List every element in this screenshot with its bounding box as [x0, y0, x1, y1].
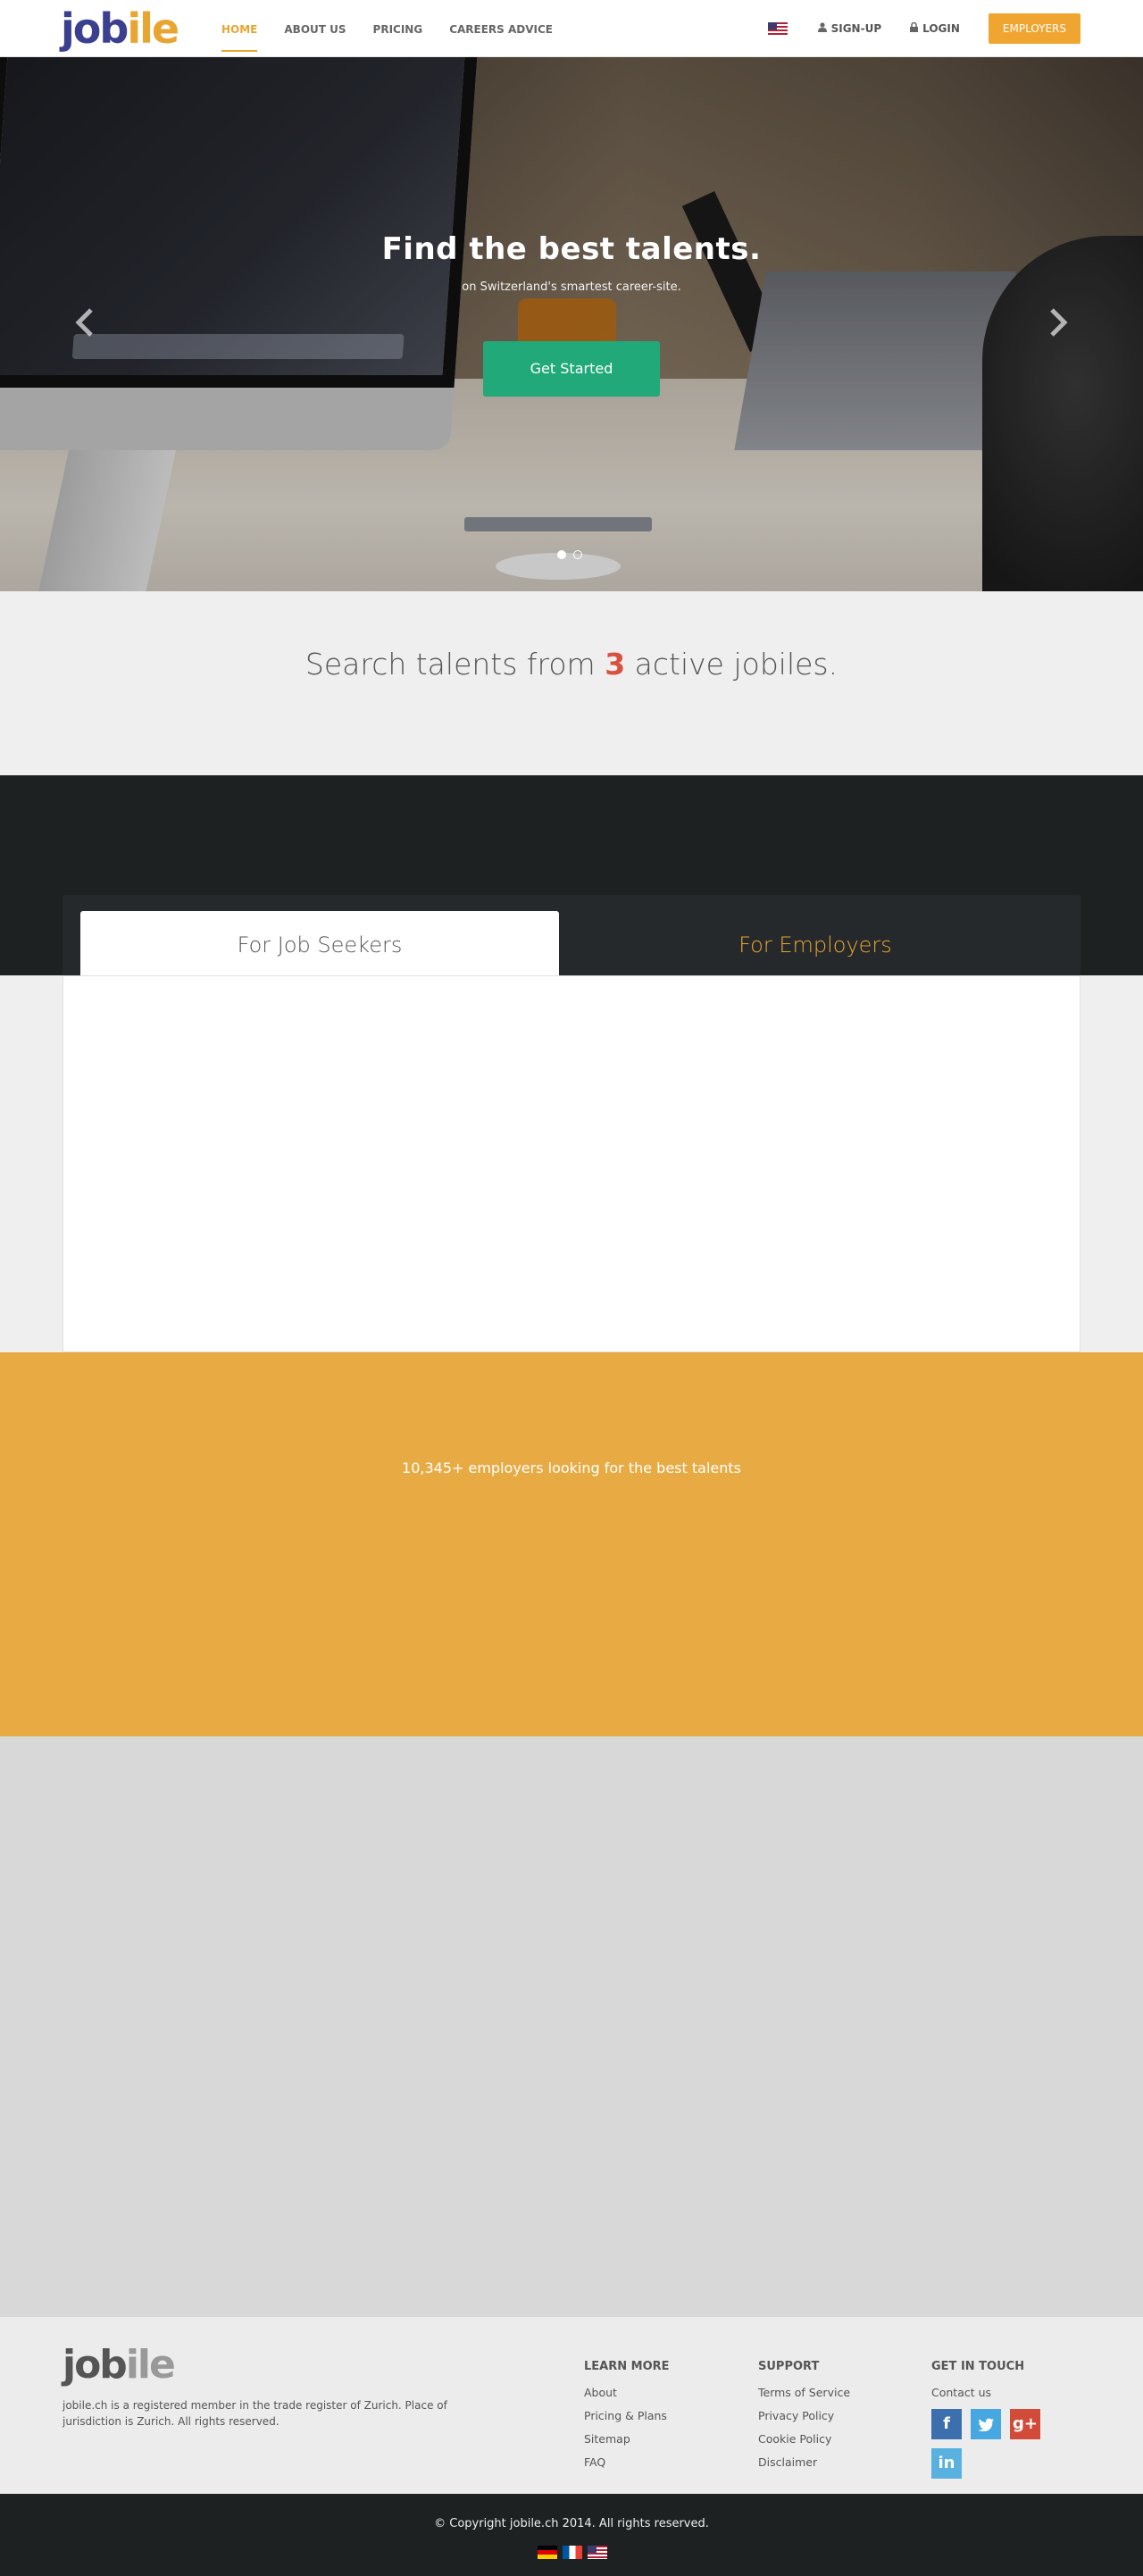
tab-panel-job-seekers [63, 975, 1080, 1352]
search-prefix: Search talents from [305, 647, 596, 682]
footer-logo[interactable]: jobile [63, 2342, 176, 2388]
footer: jobile jobile.ch is a registered member … [0, 2317, 1143, 2494]
tab-job-seekers[interactable]: For Job Seekers [80, 911, 559, 975]
copyright-bar: © Copyright jobile.ch 2014. All rights r… [0, 2494, 1143, 2576]
social-links: f g+ in [931, 2409, 1065, 2479]
footer-learn-more: LEARN MORE About Pricing & Plans Sitemap… [584, 2360, 670, 2479]
carousel-dot-2[interactable] [573, 550, 582, 559]
carousel-indicators [557, 550, 582, 559]
footer-get-in-touch-title: GET IN TOUCH [931, 2360, 1025, 2373]
search-suffix: active jobiles. [634, 647, 838, 682]
footer-link-privacy[interactable]: Privacy Policy [758, 2409, 850, 2422]
signup-label: SIGN-UP [830, 22, 882, 35]
tab-employers[interactable]: For Employers [568, 911, 1063, 975]
french-flag-icon[interactable] [563, 2546, 582, 2559]
german-flag-icon[interactable] [538, 2546, 557, 2559]
footer-link-pricing-plans[interactable]: Pricing & Plans [584, 2409, 670, 2422]
nav-link-pricing[interactable]: PRICING [373, 0, 423, 52]
language-flags [538, 2546, 607, 2559]
linkedin-icon[interactable]: in [931, 2448, 962, 2479]
nav-link-about-us[interactable]: ABOUT US [284, 0, 346, 52]
audience-tabs: For Job Seekers For Employers [63, 895, 1080, 975]
footer-support-title: SUPPORT [758, 2360, 820, 2373]
carousel-next-icon[interactable] [1048, 305, 1068, 347]
twitter-icon[interactable] [971, 2409, 1001, 2439]
footer-link-sitemap[interactable]: Sitemap [584, 2432, 670, 2446]
footer-logo-part-job: job [63, 2342, 128, 2388]
us-flag-icon[interactable] [588, 2546, 607, 2559]
carousel-prev-icon[interactable] [75, 305, 95, 347]
footer-learn-more-title: LEARN MORE [584, 2360, 670, 2373]
lock-icon [910, 21, 919, 35]
footer-get-in-touch: GET IN TOUCH Contact us f g+ in [931, 2360, 1065, 2479]
footer-link-disclaimer[interactable]: Disclaimer [758, 2455, 850, 2469]
facebook-icon[interactable]: f [931, 2409, 962, 2439]
hero-title: Find the best talents. [381, 231, 762, 267]
nav-link-careers-advice[interactable]: CAREERS ADVICE [449, 0, 553, 52]
footer-link-about[interactable]: About [584, 2386, 670, 2399]
active-jobiles-count: 3 [605, 647, 626, 682]
user-icon [817, 22, 827, 35]
login-link[interactable]: LOGIN [910, 21, 960, 35]
copyright-text: © Copyright jobile.ch 2014. All rights r… [434, 2517, 709, 2530]
empty-content-section [0, 1736, 1143, 2317]
hero-subtitle: on Switzerland's smartest career-site. [462, 280, 681, 294]
footer-link-contact[interactable]: Contact us [931, 2386, 1065, 2399]
footer-link-cookie[interactable]: Cookie Policy [758, 2432, 850, 2446]
carousel-dot-1[interactable] [557, 550, 566, 559]
footer-link-faq[interactable]: FAQ [584, 2455, 670, 2469]
search-talents-heading: Search talents from 3 active jobiles. [0, 647, 1143, 682]
logo-part-job: job [61, 4, 129, 53]
employers-button[interactable]: EMPLOYERS [988, 13, 1080, 44]
footer-description: jobile.ch is a registered member in the … [63, 2399, 447, 2428]
footer-support: SUPPORT Terms of Service Privacy Policy … [758, 2360, 850, 2479]
logo-part-ile: ile [127, 4, 179, 53]
signup-link[interactable]: SIGN-UP [817, 22, 882, 35]
footer-link-terms[interactable]: Terms of Service [758, 2386, 850, 2399]
hero-overlay [0, 57, 1143, 591]
main-nav: HOME ABOUT US PRICING CAREERS ADVICE [221, 0, 580, 57]
nav-link-home[interactable]: HOME [221, 0, 258, 52]
search-talents-section: Search talents from 3 active jobiles. [0, 591, 1143, 775]
hero-carousel: Find the best talents. on Switzerland's … [0, 57, 1143, 591]
login-label: LOGIN [922, 22, 960, 35]
get-started-button[interactable]: Get Started [483, 341, 660, 397]
us-flag-icon[interactable] [767, 21, 788, 36]
employers-stat-text: 10,345+ employers looking for the best t… [402, 1459, 741, 1476]
google-plus-icon[interactable]: g+ [1010, 2409, 1040, 2439]
top-navbar: jobile HOME ABOUT US PRICING CAREERS ADV… [0, 0, 1143, 57]
employers-stat-section: 10,345+ employers looking for the best t… [0, 1352, 1143, 1736]
logo[interactable]: jobile [61, 4, 179, 53]
footer-logo-part-ile: ile [125, 2342, 176, 2388]
nav-right: SIGN-UP LOGIN EMPLOYERS [767, 0, 1080, 57]
